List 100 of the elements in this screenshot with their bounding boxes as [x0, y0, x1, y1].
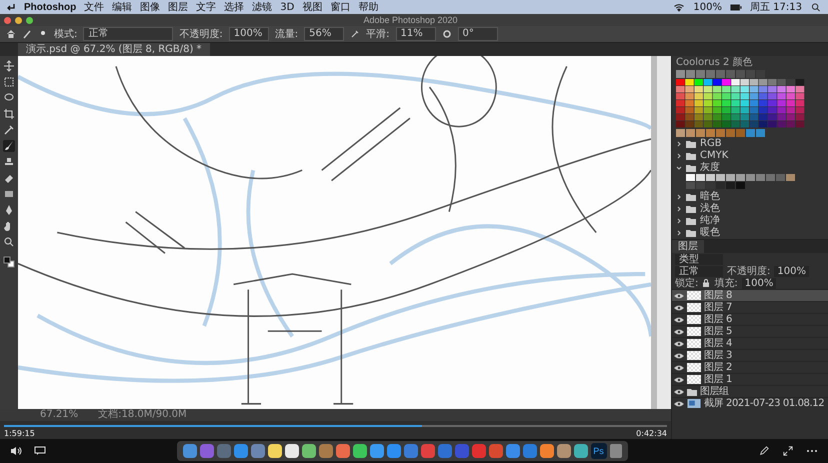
app-icon[interactable]	[302, 444, 316, 458]
layer-row[interactable]: 图层 4	[672, 337, 828, 349]
eye-icon[interactable]	[674, 376, 684, 382]
eye-icon[interactable]	[674, 304, 684, 310]
panel-title[interactable]: Coolorus 2 颜色	[676, 57, 824, 69]
flow-label: 流量:	[274, 28, 298, 41]
menu-item[interactable]: 视图	[302, 0, 322, 14]
layer-thumbnail	[687, 351, 701, 360]
eye-icon[interactable]	[674, 292, 684, 298]
blend-mode-dropdown[interactable]: 正常	[675, 266, 723, 276]
menu-item[interactable]: 图层	[168, 0, 188, 14]
swatch-folder[interactable]: 灰度	[676, 162, 824, 173]
menu-item[interactable]: 编辑	[112, 0, 132, 14]
layer-row[interactable]: 图层 5	[672, 325, 828, 337]
stamp-tool-icon[interactable]	[3, 156, 15, 168]
layer-row[interactable]: 截屏 2021-07-23 01.08.12	[672, 397, 828, 409]
eyedropper-tool-icon[interactable]	[3, 124, 15, 136]
remaining-time: 0:42:34	[636, 428, 667, 438]
battery-icon[interactable]	[730, 2, 742, 12]
app-icon[interactable]	[268, 444, 282, 458]
eraser-tool-icon[interactable]	[3, 172, 15, 184]
app-icon[interactable]	[540, 444, 554, 458]
move-tool-icon[interactable]	[3, 60, 15, 72]
window-title: Adobe Photoshop 2020	[363, 15, 459, 25]
fill-field[interactable]: 100%	[742, 278, 776, 288]
eye-icon[interactable]	[674, 352, 684, 358]
document-tab[interactable]: 演示.psd @ 67.2% (图层 8, RGB/8) *	[18, 43, 210, 56]
app-icon[interactable]	[574, 444, 588, 458]
smoothing-field[interactable]: 11%	[396, 27, 436, 41]
eye-icon[interactable]	[674, 364, 684, 370]
eye-icon[interactable]	[674, 340, 684, 346]
brush-icon[interactable]	[22, 29, 32, 39]
layer-row[interactable]: 图层 8	[672, 289, 828, 301]
swatch-row[interactable]	[676, 70, 766, 78]
eye-icon[interactable]	[674, 400, 684, 406]
menu-item[interactable]: 文件	[84, 0, 104, 14]
photoshop-app-icon[interactable]: Ps	[590, 443, 606, 459]
menu-clock: 周五 17:13	[750, 1, 802, 14]
swatch-folder[interactable]: CMYK	[676, 150, 824, 161]
mode-label: 模式:	[54, 28, 78, 41]
swatch-folder[interactable]: RGB	[676, 138, 824, 149]
angle-field[interactable]: 0°	[458, 27, 498, 41]
zoom-level: 67.21%	[40, 409, 78, 421]
swatch-folder[interactable]: 暗色	[676, 191, 824, 202]
search-icon[interactable]	[810, 2, 822, 12]
back-arrow-icon[interactable]	[6, 2, 16, 12]
fill-label: 填充:	[714, 276, 738, 290]
color-swatch-grid[interactable]	[676, 79, 805, 128]
menu-item[interactable]: 图像	[140, 0, 160, 14]
subtitles-icon[interactable]	[34, 446, 46, 456]
flow-field[interactable]: 56%	[304, 27, 344, 41]
home-icon[interactable]	[6, 29, 16, 39]
crop-tool-icon[interactable]	[3, 108, 15, 120]
fullscreen-icon[interactable]	[782, 446, 794, 456]
layers-tab[interactable]: 图层	[672, 240, 704, 253]
menu-app-name[interactable]: Photoshop	[24, 2, 76, 12]
minimize-icon[interactable]	[15, 16, 22, 24]
marquee-tool-icon[interactable]	[3, 76, 15, 88]
opacity-field[interactable]: 100%	[228, 27, 269, 41]
menu-item[interactable]: 滤镜	[252, 0, 272, 14]
pen-tool-icon[interactable]	[3, 204, 15, 216]
eye-icon[interactable]	[674, 328, 684, 334]
app-icon[interactable]	[370, 444, 384, 458]
opacity-field[interactable]: 100%	[774, 266, 809, 276]
filter-dropdown[interactable]: 类型	[675, 254, 723, 264]
gradient-tool-icon[interactable]	[3, 188, 15, 200]
swatch-folder[interactable]: 暖色	[676, 227, 824, 238]
app-icon[interactable]	[284, 444, 298, 458]
trash-icon[interactable]	[610, 444, 622, 458]
menu-item[interactable]: 窗口	[330, 0, 350, 14]
swatch-row[interactable]	[676, 129, 766, 137]
eye-icon[interactable]	[674, 316, 684, 322]
layer-row[interactable]: 图层 1	[672, 373, 828, 385]
zoom-tool-icon[interactable]	[3, 236, 15, 248]
menu-item[interactable]: 选择	[224, 0, 244, 14]
eye-icon[interactable]	[674, 388, 684, 394]
layer-row[interactable]: 图层 6	[672, 313, 828, 325]
close-icon[interactable]	[4, 16, 11, 24]
swatch-folder[interactable]: 浅色	[676, 203, 824, 214]
layer-thumbnail	[687, 291, 701, 300]
volume-icon[interactable]	[10, 446, 22, 456]
layer-row[interactable]: 图层组	[672, 385, 828, 397]
opacity-label: 不透明度:	[179, 28, 223, 41]
pencil-icon[interactable]	[758, 446, 770, 456]
zoom-window-icon[interactable]	[26, 16, 33, 24]
app-icon[interactable]	[352, 444, 366, 458]
folder-icon	[687, 388, 697, 396]
menu-item[interactable]: 文字	[196, 0, 216, 14]
swatch-folder[interactable]: 纯净	[676, 215, 824, 226]
layer-row[interactable]: 图层 3	[672, 349, 828, 361]
mode-dropdown[interactable]: 正常	[83, 27, 174, 41]
app-icon[interactable]	[556, 444, 570, 458]
layer-row[interactable]: 图层 2	[672, 361, 828, 373]
lock-icon[interactable]	[702, 279, 710, 287]
menu-item[interactable]: 帮助	[358, 0, 378, 14]
menu-item[interactable]: 3D	[280, 2, 294, 12]
color-swatches-icon[interactable]	[3, 256, 15, 268]
wifi-icon[interactable]	[673, 2, 686, 12]
brush-tool-icon[interactable]	[3, 140, 15, 152]
layer-row[interactable]: 图层 7	[672, 301, 828, 313]
